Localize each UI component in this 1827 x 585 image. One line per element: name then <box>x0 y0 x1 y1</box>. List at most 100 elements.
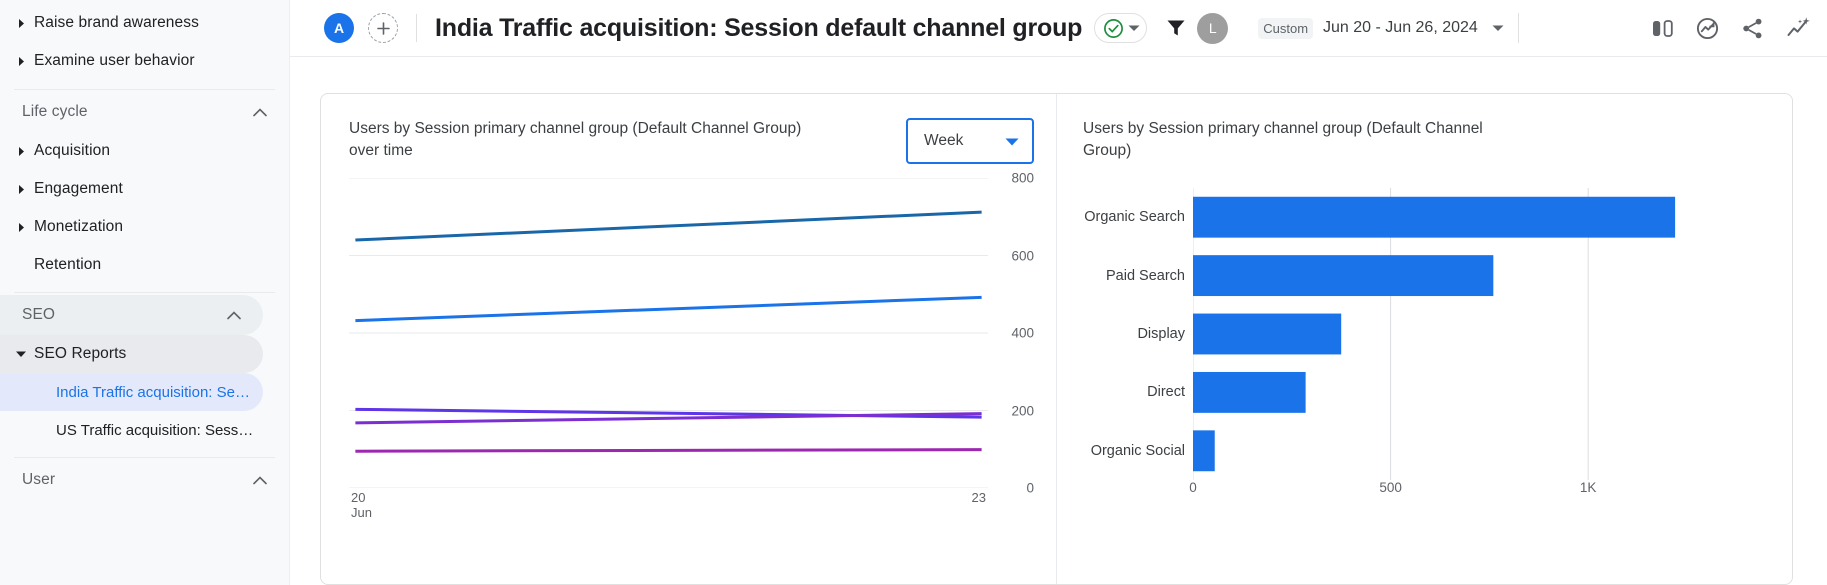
compare-icon[interactable] <box>1650 16 1675 41</box>
chevron-right-icon <box>8 222 34 232</box>
date-range-picker[interactable]: Custom Jun 20 - Jun 26, 2024 <box>1258 17 1504 39</box>
bar <box>1193 313 1342 355</box>
line-chart-x-axis: 20 Jun 23 <box>349 490 988 530</box>
chevron-right-icon <box>8 184 34 194</box>
bar-category-label: Paid Search <box>1106 267 1185 284</box>
bar-chart-title: Users by Session primary channel group (… <box>1083 120 1483 159</box>
bar <box>1193 430 1215 472</box>
axis-tick-label: 20 Jun <box>351 490 372 520</box>
sidebar-item-label: Examine user behavior <box>34 52 195 69</box>
toolbar-divider <box>416 14 417 42</box>
bar-chart-plot: 0 500 1K <box>1189 188 1766 518</box>
granularity-select[interactable]: Week <box>906 118 1034 164</box>
sidebar-item-label: Engagement <box>34 180 123 197</box>
chart-card: Users by Session primary channel group (… <box>320 93 1793 585</box>
line-series <box>355 450 981 452</box>
chevron-down-icon <box>1492 24 1504 32</box>
chevron-up-icon <box>253 475 267 485</box>
axis-tick-label: 23 <box>971 490 986 505</box>
sidebar-divider <box>14 457 275 458</box>
line-chart-y-axis: 0 200 400 600 800 <box>1000 171 1034 496</box>
bar-chart-svg <box>1193 188 1676 480</box>
sidebar: Raise brand awareness Examine user behav… <box>0 0 290 585</box>
toolbar-divider <box>1517 13 1519 43</box>
axis-tick-label: 500 <box>1379 480 1402 495</box>
main-content: A India Traffic acquisition: Session def… <box>290 0 1827 585</box>
sidebar-item-retention[interactable]: Retention <box>0 246 289 284</box>
sidebar-section-life-cycle[interactable]: Life cycle <box>0 92 289 132</box>
chevron-right-icon <box>8 18 34 28</box>
sidebar-item-examine-user-behavior[interactable]: Examine user behavior <box>0 42 289 80</box>
sidebar-section-seo[interactable]: SEO <box>0 295 263 335</box>
section-title: SEO <box>22 306 56 323</box>
sidebar-item-acquisition[interactable]: Acquisition <box>0 132 289 170</box>
bar-category-label: Organic Search <box>1084 209 1185 226</box>
line-series <box>355 212 981 240</box>
sidebar-item-india-traffic-acquisition[interactable]: India Traffic acquisition: Se… <box>0 373 263 411</box>
axis-tick-label: 0 <box>1026 480 1034 496</box>
sidebar-report-label: US Traffic acquisition: Sess… <box>56 421 254 439</box>
share-icon[interactable] <box>1740 16 1765 41</box>
report-content: Users by Session primary channel group (… <box>290 57 1827 585</box>
axis-tick-label: 200 <box>1011 403 1034 418</box>
toolbar-actions <box>1636 15 1811 41</box>
bar <box>1193 255 1494 297</box>
bar-category-label: Direct <box>1147 384 1185 401</box>
sidebar-item-label: Retention <box>34 256 102 273</box>
app-root: Raise brand awareness Examine user behav… <box>0 0 1827 585</box>
account-avatar[interactable]: A <box>324 13 354 43</box>
bar-category-label: Display <box>1137 326 1185 342</box>
user-avatar[interactable]: L <box>1197 12 1229 44</box>
bar-chart: Organic Search Paid Search Display Direct Or… <box>1083 188 1766 518</box>
axis-tick-label: 1K <box>1579 480 1597 495</box>
sidebar-group-seo-reports[interactable]: SEO Reports <box>0 335 263 373</box>
axis-tick-label: 0 <box>1189 480 1197 495</box>
bar-chart-panel: Users by Session primary channel group (… <box>1057 94 1792 584</box>
check-circle-icon <box>1103 18 1124 39</box>
line-chart: 0 200 400 600 800 20 Jun 23 <box>349 171 1034 520</box>
sidebar-item-label: Monetization <box>34 218 124 235</box>
filter-icon[interactable] <box>1165 17 1187 39</box>
insights-icon[interactable] <box>1695 16 1720 41</box>
bar-category-label: Organic Social <box>1090 442 1185 459</box>
add-comparison-button[interactable] <box>368 13 398 43</box>
line-chart-title: Users by Session primary channel group (… <box>349 120 802 159</box>
granularity-value: Week <box>924 132 964 149</box>
sidebar-group-label: SEO Reports <box>34 345 127 362</box>
sidebar-section-user[interactable]: User <box>0 460 289 500</box>
date-range-text: Jun 20 - Jun 26, 2024 <box>1323 19 1478 36</box>
sidebar-item-raise-brand-awareness[interactable]: Raise brand awareness <box>0 4 289 42</box>
chevron-down-icon <box>1128 24 1140 32</box>
chevron-up-icon <box>227 310 241 320</box>
line-series <box>355 414 981 423</box>
data-quality-chip[interactable] <box>1094 13 1148 43</box>
chevron-up-icon <box>253 107 267 117</box>
chevron-right-icon <box>8 146 34 156</box>
line-chart-plot <box>349 178 988 488</box>
sidebar-item-label: Raise brand awareness <box>34 14 199 31</box>
bar-chart-x-axis: 0 500 1K <box>1189 480 1766 500</box>
section-title: Life cycle <box>22 103 88 120</box>
ai-insights-icon[interactable] <box>1785 15 1811 41</box>
chevron-right-icon <box>8 56 34 66</box>
sidebar-item-engagement[interactable]: Engagement <box>0 170 289 208</box>
sidebar-divider <box>14 89 275 90</box>
axis-tick-label: 600 <box>1011 248 1034 263</box>
bar <box>1193 371 1306 413</box>
sidebar-report-label: India Traffic acquisition: Se… <box>56 383 250 401</box>
line-chart-svg <box>349 178 988 488</box>
sidebar-item-monetization[interactable]: Monetization <box>0 208 289 246</box>
axis-tick-label: 400 <box>1011 325 1034 341</box>
sidebar-item-us-traffic-acquisition[interactable]: US Traffic acquisition: Sess… <box>0 411 289 449</box>
section-title: User <box>22 471 56 488</box>
date-scope-badge: Custom <box>1258 17 1314 39</box>
top-toolbar: A India Traffic acquisition: Session def… <box>290 0 1827 57</box>
axis-tick-label: 800 <box>1011 170 1034 186</box>
line-chart-panel: Users by Session primary channel group (… <box>321 94 1056 584</box>
page-title: India Traffic acquisition: Session defau… <box>435 13 1083 42</box>
chevron-down-icon <box>1005 137 1019 146</box>
line-series <box>355 297 981 320</box>
bar <box>1193 196 1676 238</box>
chevron-down-icon <box>8 350 34 358</box>
sidebar-divider <box>14 292 275 293</box>
